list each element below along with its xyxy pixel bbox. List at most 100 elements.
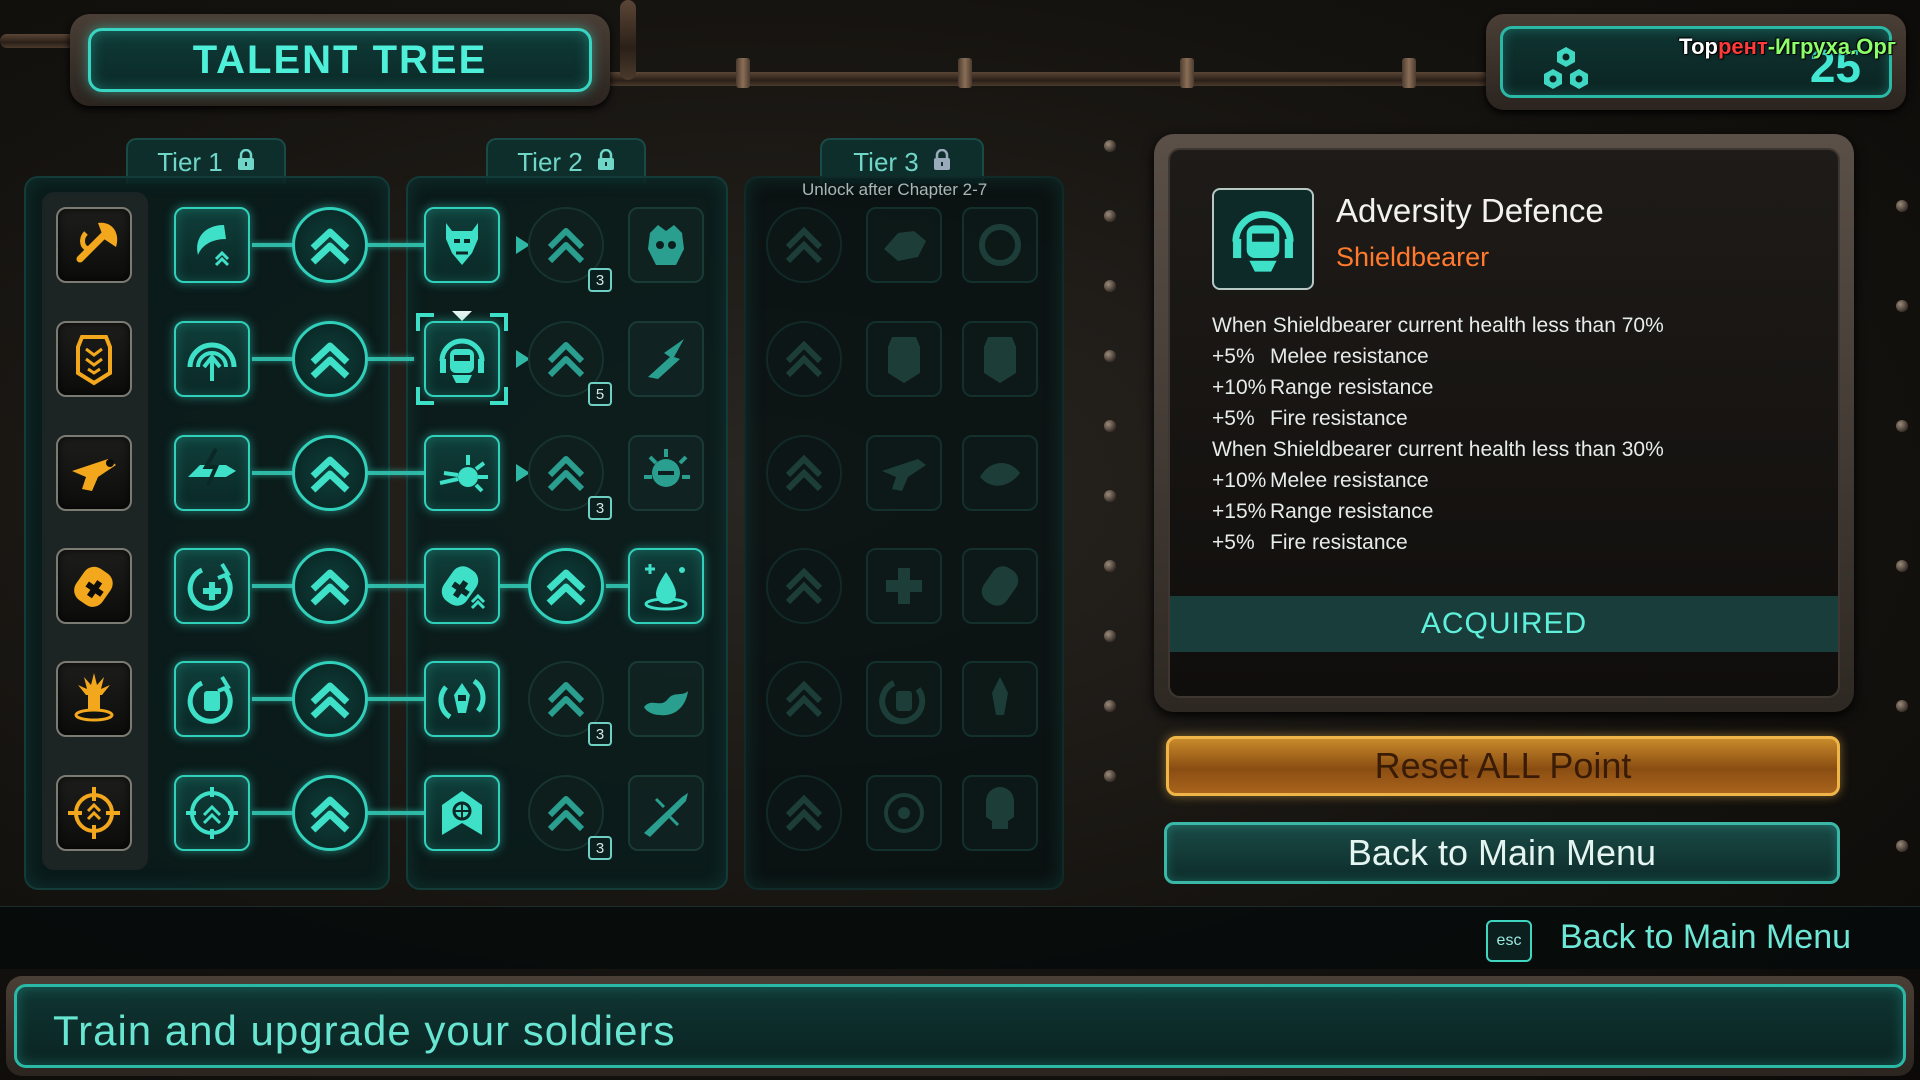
node-link [252, 357, 294, 361]
shield-flame-icon [964, 337, 1036, 399]
talent-node-locked [962, 548, 1038, 624]
talent-node-locked [866, 435, 942, 511]
bonus-stat: Melee resistance [1270, 345, 1429, 368]
talent-node-selected[interactable] [424, 321, 500, 397]
pipe-clamp [1180, 58, 1194, 88]
bonus-value: +5% [1212, 407, 1255, 430]
node-link [368, 357, 414, 361]
unit-bomber-button[interactable] [56, 661, 132, 737]
required-points-badge: 3 [588, 836, 612, 860]
upgrade-node[interactable] [292, 321, 368, 397]
esc-hint-label[interactable]: Back to Main Menu [1560, 918, 1851, 957]
pipe-clamp [958, 58, 972, 88]
unit-sniper-button[interactable] [56, 775, 132, 851]
helmet-burst-icon [630, 449, 702, 513]
unit-axeman-button[interactable] [56, 207, 132, 283]
talent-node[interactable] [174, 207, 250, 283]
spike-shot-icon [426, 437, 498, 509]
talent-node[interactable] [628, 207, 704, 283]
rivet [1896, 840, 1908, 852]
talent-node-locked [866, 548, 942, 624]
unit-shieldbearer-button[interactable] [56, 321, 132, 397]
talent-node[interactable] [174, 775, 250, 851]
upgrade-node-locked [766, 775, 842, 851]
talent-node[interactable] [174, 321, 250, 397]
pipe-decoration [600, 72, 1490, 86]
chevron-up-icon [768, 567, 840, 626]
condition-text: When Shieldbearer current health less th… [1212, 314, 1664, 337]
bomb-cycle-icon [426, 663, 498, 735]
unit-gunner-button[interactable] [56, 435, 132, 511]
shieldbearer-helmet-icon [426, 323, 498, 395]
talent-node[interactable] [424, 207, 500, 283]
skull-rage-icon [630, 225, 702, 285]
medkit-icon [964, 566, 1036, 626]
skull-icon [964, 787, 1036, 853]
node-link [368, 243, 424, 247]
talent-node-locked [866, 661, 942, 737]
unit-medic-button[interactable] [56, 548, 132, 624]
back-to-main-menu-button[interactable]: Back to Main Menu [1164, 822, 1840, 884]
page-title: TALENT TREE [88, 28, 592, 92]
chevron-up-icon [295, 682, 365, 738]
esc-key-hint[interactable]: esc [1486, 920, 1532, 962]
reset-all-points-button[interactable]: Reset ALL Point [1166, 736, 1840, 796]
required-points-badge: 3 [588, 268, 612, 292]
talent-node[interactable] [628, 661, 704, 737]
talent-class: Shieldbearer [1336, 242, 1490, 272]
upgrade-node[interactable] [292, 435, 368, 511]
target-rank-icon [176, 777, 248, 849]
medkit-icon [58, 550, 130, 622]
gun-icon [58, 437, 130, 509]
fire-wave-icon [630, 691, 702, 739]
talent-node[interactable] [628, 775, 704, 851]
upgrade-node[interactable] [292, 548, 368, 624]
node-link [368, 471, 424, 475]
upgrade-node[interactable] [292, 775, 368, 851]
acquired-status: ACQUIRED [1170, 596, 1838, 652]
talent-node[interactable] [424, 775, 500, 851]
upgrade-node-locked [766, 207, 842, 283]
node-link [368, 584, 424, 588]
talent-node-locked [866, 207, 942, 283]
bonus-row: +5% Melee resistance [1212, 341, 1664, 372]
rivet [1104, 700, 1116, 712]
chevron-up-icon [295, 342, 365, 398]
gear-burst-icon [964, 224, 1036, 285]
bonus-row: +10% Melee resistance [1212, 465, 1664, 496]
eye-target-icon [868, 793, 940, 853]
chevron-up-icon [768, 454, 840, 513]
bonus-value: +10% [1212, 376, 1267, 399]
lock-icon [933, 147, 951, 178]
talent-node[interactable] [424, 548, 500, 624]
node-link [252, 243, 294, 247]
talent-node-locked [962, 661, 1038, 737]
talent-node-locked [962, 775, 1038, 851]
shield-icon [58, 323, 130, 395]
gun-icon [868, 459, 940, 513]
condition-text: When Shieldbearer current health less th… [1212, 438, 1664, 461]
bonus-stat: Fire resistance [1270, 531, 1408, 554]
talent-node[interactable] [174, 548, 250, 624]
talent-detail-panel: Adversity Defence Shieldbearer When Shie… [1154, 134, 1854, 712]
shield-icon [868, 337, 940, 399]
talent-node[interactable] [628, 321, 704, 397]
talent-node[interactable] [174, 435, 250, 511]
rivet [1104, 210, 1116, 222]
talent-node[interactable] [174, 661, 250, 737]
talent-node[interactable] [628, 435, 704, 511]
upgrade-node[interactable] [292, 207, 368, 283]
required-points-badge: 5 [588, 382, 612, 406]
heal-cycle-icon [176, 550, 248, 622]
bomb-icon [58, 663, 130, 735]
upgrade-node[interactable] [528, 548, 604, 624]
talent-node[interactable] [424, 661, 500, 737]
upgrade-node-locked [766, 321, 842, 397]
rivet [1104, 350, 1116, 362]
chevron-up-icon [295, 796, 365, 852]
talent-node[interactable] [628, 548, 704, 624]
talent-node[interactable] [424, 435, 500, 511]
rivet [1104, 490, 1116, 502]
upgrade-node[interactable] [292, 661, 368, 737]
beast-icon [868, 231, 940, 285]
